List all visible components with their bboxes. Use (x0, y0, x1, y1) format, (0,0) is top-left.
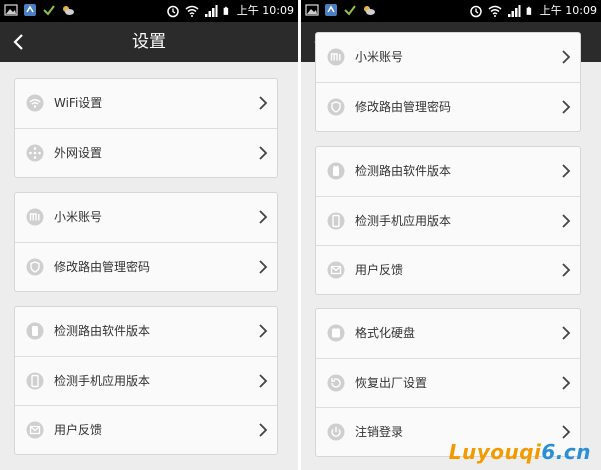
router-icon (327, 162, 345, 180)
settings-item-admin-password[interactable]: 修改路由管理密码 (15, 242, 277, 291)
weather-icon (63, 6, 74, 15)
settings-item-feedback[interactable]: 用户反馈 (316, 245, 580, 294)
mi-account-icon (327, 48, 345, 66)
settings-item-label: 注销登录 (355, 425, 404, 439)
settings-item-format-disk[interactable]: 格式化硬盘 (316, 309, 580, 358)
settings-item-label: 小米账号 (355, 50, 404, 64)
alarm-icon (470, 5, 482, 17)
status-bar: 上午 10:09 (0, 0, 298, 22)
restore-icon (327, 374, 345, 392)
battery-icon (526, 6, 531, 15)
router-icon (26, 322, 44, 340)
settings-group-system: 格式化硬盘 恢复出厂设置 注销登录 (315, 308, 581, 457)
settings-item-label: 用户反馈 (54, 423, 103, 437)
shield-icon (327, 98, 345, 116)
settings-item-label: 格式化硬盘 (355, 326, 416, 340)
page-title: 设置 (132, 32, 166, 52)
disk-icon (327, 324, 345, 342)
settings-item-mi-account[interactable]: 小米账号 (15, 193, 277, 242)
wifi-icon (26, 94, 44, 112)
weather-icon (364, 6, 375, 15)
settings-list: WiFi设置 外网设置 小米账号 修改路由管理密码 检测路由软件版本 检测手机应… (0, 62, 298, 470)
chevron-right-icon (259, 423, 268, 437)
settings-item-label: 检测手机应用版本 (54, 374, 151, 388)
alarm-icon (167, 5, 179, 17)
gallery-icon (305, 4, 319, 16)
cell-signal-icon (507, 4, 521, 17)
settings-item-label: 检测手机应用版本 (355, 214, 452, 228)
settings-group-updates: 检测路由软件版本 检测手机应用版本 用户反馈 (315, 146, 581, 295)
settings-group-network: WiFi设置 外网设置 (14, 78, 278, 178)
settings-item-label: 恢复出厂设置 (355, 376, 428, 390)
title-bar: 设置 (0, 22, 298, 62)
mail-icon (26, 421, 44, 439)
mail-icon (327, 261, 345, 279)
watermark-text-a: Luyouqi (448, 440, 542, 464)
settings-item-wan[interactable]: 外网设置 (15, 128, 277, 177)
chevron-right-icon (562, 326, 571, 340)
chevron-right-icon (259, 324, 268, 338)
settings-item-admin-password[interactable]: 修改路由管理密码 (316, 82, 580, 131)
chevron-right-icon (259, 374, 268, 388)
gallery-icon (4, 4, 18, 16)
settings-item-label: 外网设置 (54, 146, 103, 160)
shield-icon (26, 258, 44, 276)
chevron-right-icon (562, 100, 571, 114)
phone-icon (327, 212, 345, 230)
battery-icon (223, 6, 228, 15)
settings-item-label: WiFi设置 (54, 96, 103, 110)
check-icon (43, 5, 55, 16)
network-icon (26, 144, 44, 162)
chevron-right-icon (562, 376, 571, 390)
settings-list: 小米账号 修改路由管理密码 检测路由软件版本 检测手机应用版本 用户反馈 格式化… (301, 32, 601, 470)
check-icon (344, 5, 356, 16)
settings-item-label: 小米账号 (54, 210, 103, 224)
chevron-right-icon (562, 50, 571, 64)
chevron-right-icon (562, 425, 571, 439)
settings-item-feedback[interactable]: 用户反馈 (15, 405, 277, 454)
left-screen: 上午 10:09 设置 WiFi设置 外网设置 小米账号 修改路由管理密码 检测… (0, 0, 298, 470)
power-icon (327, 423, 345, 441)
chevron-right-icon (562, 263, 571, 277)
settings-item-label: 检测路由软件版本 (355, 164, 452, 178)
chevron-right-icon (562, 214, 571, 228)
settings-group-account: 小米账号 修改路由管理密码 (315, 32, 581, 132)
watermark: Luyouqi6.cn (449, 440, 591, 464)
status-time: 上午 10:09 (539, 4, 597, 17)
chevron-right-icon (562, 164, 571, 178)
wifi-signal-icon (185, 5, 199, 17)
settings-item-wifi[interactable]: WiFi设置 (15, 79, 277, 128)
watermark-text-b: 6.cn (541, 440, 591, 464)
app-notification-icon (24, 4, 36, 16)
settings-item-label: 修改路由管理密码 (355, 100, 452, 114)
settings-item-check-router-version[interactable]: 检测路由软件版本 (15, 307, 277, 356)
status-time: 上午 10:09 (236, 4, 294, 17)
chevron-right-icon (259, 96, 268, 110)
settings-item-label: 用户反馈 (355, 263, 404, 277)
chevron-right-icon (259, 260, 268, 274)
chevron-right-icon (259, 210, 268, 224)
app-notification-icon (325, 4, 337, 16)
settings-item-check-app-version[interactable]: 检测手机应用版本 (15, 356, 277, 405)
settings-item-factory-reset[interactable]: 恢复出厂设置 (316, 358, 580, 407)
wifi-signal-icon (488, 5, 502, 17)
phone-icon (26, 372, 44, 390)
status-bar: 上午 10:09 (301, 0, 601, 22)
mi-account-icon (26, 208, 44, 226)
settings-group-account: 小米账号 修改路由管理密码 (14, 192, 278, 292)
settings-item-check-app-version[interactable]: 检测手机应用版本 (316, 196, 580, 245)
settings-item-mi-account[interactable]: 小米账号 (316, 33, 580, 82)
right-screen: 上午 10:09 设置 小米账号 修改路由管理密码 检测路由软件版本 (301, 0, 601, 470)
settings-item-label: 检测路由软件版本 (54, 324, 151, 338)
settings-group-updates: 检测路由软件版本 检测手机应用版本 用户反馈 (14, 306, 278, 455)
cell-signal-icon (204, 4, 218, 17)
settings-item-label: 修改路由管理密码 (54, 260, 151, 274)
settings-item-check-router-version[interactable]: 检测路由软件版本 (316, 147, 580, 196)
chevron-right-icon (259, 146, 268, 160)
